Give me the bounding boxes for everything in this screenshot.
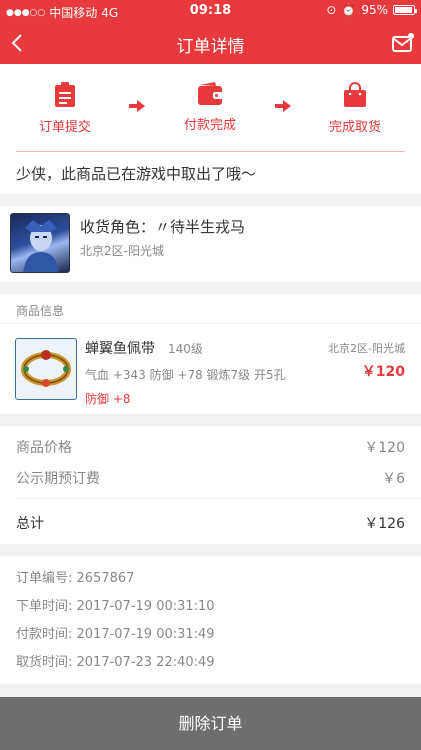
avatar — [10, 213, 70, 273]
page-title: 订单详情 — [176, 37, 245, 57]
goods-extra-attribute: 防御 +8 — [85, 392, 131, 406]
character-portrait-icon — [23, 220, 59, 272]
shopping-bag-icon — [344, 82, 366, 107]
pickup-time: 取货时间: 2017-07-23 22:40:49 — [16, 655, 215, 670]
order-progress: 订单提交 付款完成 完成取货 — [0, 64, 421, 154]
divider — [0, 323, 421, 324]
order-info: 订单编号: 2657867 下单时间: 2017-07-19 00:31:10 … — [0, 556, 421, 684]
alarm-icon: ⏰ — [341, 3, 357, 17]
divider — [16, 151, 405, 152]
step-payment-completed: 付款完成 — [165, 82, 255, 133]
rotation-lock-icon: ⊙ — [326, 3, 337, 17]
arrow-right-icon — [129, 100, 145, 112]
clipboard-icon — [55, 82, 75, 107]
goods-price-label: 商品价格 — [16, 440, 72, 456]
step-label: 订单提交 — [38, 120, 91, 135]
goods-price-row: 商品价格 ￥120 — [16, 437, 405, 457]
goods-price: ￥120 — [361, 364, 405, 380]
total-row: 总计 ￥126 — [16, 513, 405, 533]
goods-attributes: 气血 +343 防御 +78 锻炼7级 开5孔 — [85, 368, 286, 382]
mail-icon — [392, 33, 414, 52]
goods-server: 北京2区-阳光城 — [328, 342, 405, 355]
goods-name: 蝉翼鱼佩带 — [85, 341, 155, 357]
total-value: ￥126 — [364, 516, 405, 532]
receiver-server: 北京2区-阳光城 — [80, 244, 164, 258]
divider — [16, 498, 421, 499]
wallet-icon — [198, 82, 223, 105]
nav-bar: 订单详情 — [0, 22, 421, 64]
goods-info-card: 商品信息 蝉翼鱼佩带 140级 气血 +343 防御 +78 锻炼7级 开5孔 … — [0, 294, 421, 414]
battery-percent: 95% — [361, 3, 388, 17]
price-summary: 商品价格 ￥120 公示期预订费 ￥6 总计 ￥126 — [0, 426, 421, 544]
step-pickup-completed: 完成取货 — [310, 82, 400, 135]
delete-order-button[interactable]: 删除订单 — [0, 697, 421, 750]
status-right: ⊙ ⏰ 95% — [326, 3, 417, 17]
section-title: 商品信息 — [16, 304, 65, 318]
message-button[interactable] — [391, 30, 415, 56]
reserve-fee-row: 公示期预订费 ￥6 — [16, 468, 405, 488]
reserve-fee-value: ￥6 — [382, 471, 405, 487]
step-label: 完成取货 — [328, 120, 381, 135]
payment-time: 付款时间: 2017-07-19 00:31:49 — [16, 627, 215, 642]
step-label: 付款完成 — [183, 118, 236, 133]
battery-icon — [393, 5, 417, 15]
step-order-submitted: 订单提交 — [20, 82, 110, 135]
goods-image — [15, 338, 77, 400]
order-number: 订单编号: 2657867 — [16, 571, 135, 586]
goods-price-value: ￥120 — [364, 440, 405, 456]
belt-item-icon — [21, 350, 71, 387]
arrow-right-icon — [275, 100, 291, 112]
goods-level: 140级 — [168, 342, 203, 356]
pickup-notice: 少侠，此商品已在游戏中取出了哦～ — [0, 154, 421, 194]
receiver-role-card: 收货角色：〃待半生戎马 北京2区-阳光城 — [0, 206, 421, 282]
status-bar: ●●●○○ 中国移动 4G 09:18 ⊙ ⏰ 95% — [0, 0, 421, 22]
order-time: 下单时间: 2017-07-19 00:31:10 — [16, 599, 215, 614]
receiver-role-name: 收货角色：〃待半生戎马 — [80, 218, 246, 236]
total-label: 总计 — [16, 516, 44, 532]
reserve-fee-label: 公示期预订费 — [16, 471, 100, 487]
